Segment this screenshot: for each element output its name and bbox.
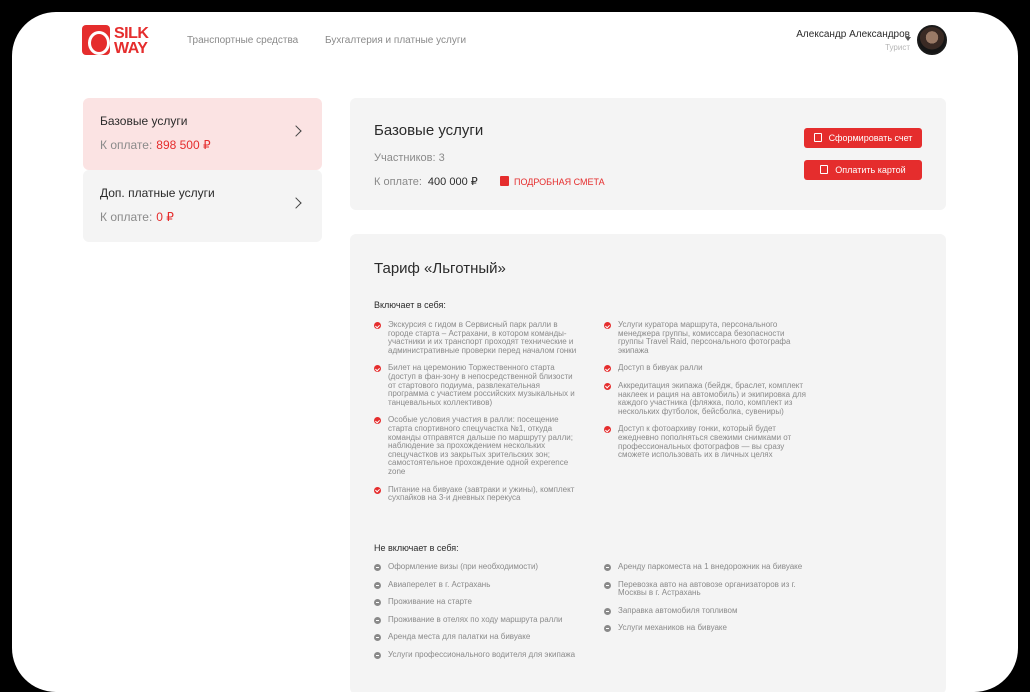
pdf-icon bbox=[500, 176, 509, 186]
minus-icon bbox=[374, 616, 381, 624]
app-window: SILK WAY Транспортные средства Бухгалтер… bbox=[12, 12, 1018, 692]
nav-accounting[interactable]: Бухгалтерия и платные услуги bbox=[325, 35, 466, 46]
list-item: Аренда места для палатки на бивуаке bbox=[374, 633, 579, 642]
check-icon bbox=[604, 365, 611, 373]
detailed-estimate-link[interactable]: ПОДРОБНАЯ СМЕТА bbox=[500, 176, 605, 187]
minus-icon bbox=[374, 564, 381, 571]
due-label: К оплате: bbox=[100, 138, 153, 152]
check-icon bbox=[604, 382, 611, 390]
chevron-right-icon bbox=[290, 125, 302, 137]
list-item: Экскурсия с гидом в Сервисный парк ралли… bbox=[374, 320, 579, 355]
user-role: Турист bbox=[885, 43, 910, 52]
due-value: 0 ₽ bbox=[156, 210, 174, 224]
included-heading: Включает в себя: bbox=[374, 300, 446, 310]
services-summary-card: Базовые услуги Участников: 3 К оплате: 40… bbox=[350, 98, 946, 210]
list-item: Питание на бивуаке (завтраки и ужины), к… bbox=[374, 485, 579, 503]
check-icon bbox=[604, 322, 611, 329]
list-item: Услуги профессионального водителя для эк… bbox=[374, 650, 579, 660]
chevron-right-icon bbox=[290, 197, 302, 209]
summary-title: Базовые услуги bbox=[374, 122, 484, 139]
included-list-left: Экскурсия с гидом в Сервисный парк ралли… bbox=[374, 320, 579, 512]
silkway-logo[interactable]: SILK WAY bbox=[82, 25, 162, 57]
minus-icon bbox=[374, 634, 381, 642]
list-item: Услуги куратора маршрута, персонального … bbox=[604, 320, 809, 355]
included-list-right: Услуги куратора маршрута, персонального … bbox=[604, 320, 809, 469]
user-info[interactable]: Александр Александров Турист bbox=[796, 29, 910, 52]
card-icon bbox=[820, 165, 829, 174]
logo-text-top: SILK bbox=[114, 25, 149, 42]
list-item: Аренду паркоместа на 1 внедорожник на би… bbox=[604, 562, 809, 572]
check-icon bbox=[604, 426, 611, 434]
sidebar-item-base-services[interactable]: Базовые услуги К оплате: 898 500 ₽ bbox=[83, 98, 322, 170]
sidebar-item-due: К оплате: 898 500 ₽ bbox=[100, 138, 211, 152]
due-label: К оплате: bbox=[100, 210, 153, 224]
minus-icon bbox=[374, 651, 381, 659]
generate-invoice-button[interactable]: Сформировать счет bbox=[804, 128, 922, 148]
minus-icon bbox=[604, 564, 611, 571]
participants-count: Участников: 3 bbox=[374, 152, 445, 164]
check-icon bbox=[374, 417, 381, 425]
excluded-heading: Не включает в себя: bbox=[374, 543, 459, 553]
tariff-title: Тариф «Льготный» bbox=[374, 260, 506, 277]
list-item: Перевозка авто на автовозе организаторов… bbox=[604, 580, 809, 598]
sidebar-item-due: К оплате: 0 ₽ bbox=[100, 210, 174, 224]
pay-by-card-button[interactable]: Оплатить картой bbox=[804, 160, 922, 180]
minus-icon bbox=[604, 607, 611, 615]
sidebar-item-extra-services[interactable]: Доп. платные услуги К оплате: 0 ₽ bbox=[83, 170, 322, 242]
amount-due-label: К оплате: bbox=[374, 176, 422, 188]
list-item: Аккредитация экипажа (бейдж, браслет, ко… bbox=[604, 381, 809, 416]
caret-down-icon[interactable] bbox=[905, 37, 911, 41]
minus-icon bbox=[604, 625, 611, 633]
list-item: Услуги механиков на бивуаке bbox=[604, 624, 809, 633]
minus-icon bbox=[374, 599, 381, 607]
list-item: Авиаперелет в г. Астрахань bbox=[374, 580, 579, 590]
list-item: Особые условия участия в ралли: посещени… bbox=[374, 416, 579, 476]
sidebar-item-title: Доп. платные услуги bbox=[100, 186, 215, 200]
sidebar-item-title: Базовые услуги bbox=[100, 114, 188, 128]
check-icon bbox=[374, 322, 381, 329]
pay-by-card-label: Оплатить картой bbox=[835, 165, 906, 175]
nav-vehicles[interactable]: Транспортные средства bbox=[187, 35, 298, 46]
minus-icon bbox=[604, 581, 611, 589]
detailed-estimate-label: ПОДРОБНАЯ СМЕТА bbox=[514, 177, 605, 187]
excluded-list-left: Оформление визы (при необходимости) Авиа… bbox=[374, 562, 579, 669]
document-icon bbox=[813, 133, 822, 142]
list-item: Проживание в отелях по ходу маршрута рал… bbox=[374, 615, 579, 625]
due-value: 898 500 ₽ bbox=[156, 138, 211, 152]
excluded-list-right: Аренду паркоместа на 1 внедорожник на би… bbox=[604, 562, 809, 642]
avatar[interactable] bbox=[917, 25, 947, 55]
minus-icon bbox=[374, 581, 381, 589]
top-nav: Транспортные средства Бухгалтерия и плат… bbox=[187, 35, 490, 46]
check-icon bbox=[374, 365, 381, 373]
tiger-logo-icon bbox=[82, 25, 110, 55]
list-item: Доступ к фотоархиву гонки, который будет… bbox=[604, 425, 809, 459]
list-item: Доступ в бивуак ралли bbox=[604, 364, 809, 373]
list-item: Билет на церемонию Торжественного старта… bbox=[374, 364, 579, 407]
check-icon bbox=[374, 486, 381, 494]
generate-invoice-label: Сформировать счет bbox=[828, 133, 913, 143]
user-name: Александр Александров bbox=[796, 29, 910, 40]
logo-text-bottom: WAY bbox=[114, 40, 148, 57]
amount-due-value: 400 000 ₽ bbox=[427, 176, 478, 188]
amount-due: К оплате: 400 000 ₽ bbox=[374, 175, 478, 188]
list-item: Оформление визы (при необходимости) bbox=[374, 562, 579, 572]
list-item: Проживание на старте bbox=[374, 597, 579, 607]
tariff-card: Тариф «Льготный» Включает в себя: Экскур… bbox=[350, 234, 946, 692]
list-item: Заправка автомобиля топливом bbox=[604, 606, 809, 616]
